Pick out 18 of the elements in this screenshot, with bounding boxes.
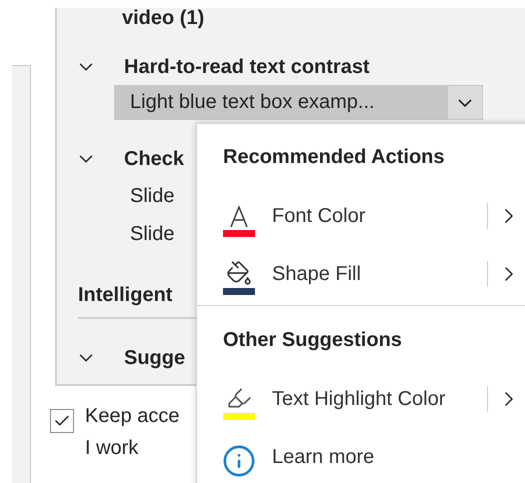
menu-heading: Other Suggestions	[222, 328, 403, 353]
menu-heading: Recommended Actions	[222, 145, 446, 170]
group-heading[interactable]: Sugge	[124, 346, 186, 370]
dropdown-button[interactable]	[448, 86, 482, 119]
chevron-icon	[458, 98, 472, 106]
menu-item[interactable]: Learn more	[197, 428, 525, 483]
checkbox[interactable]	[50, 409, 74, 433]
group-heading[interactable]: Hard-to-read text contrast	[124, 56, 370, 78]
menu-item[interactable]: Shape Fill	[197, 245, 525, 303]
group-heading[interactable]: Check	[124, 148, 184, 170]
paint-bucket-icon	[226, 260, 252, 286]
info-icon	[222, 444, 256, 478]
checkbox-label: Keep acce I work	[85, 404, 180, 461]
group-heading: video (1)	[122, 8, 206, 28]
menu-item[interactable]: Text Highlight Color	[197, 370, 525, 428]
issue-item[interactable]: Light blue text box examp...	[114, 85, 483, 120]
letter-a-icon	[229, 206, 249, 228]
menu-item[interactable]: Font Color	[197, 187, 525, 245]
